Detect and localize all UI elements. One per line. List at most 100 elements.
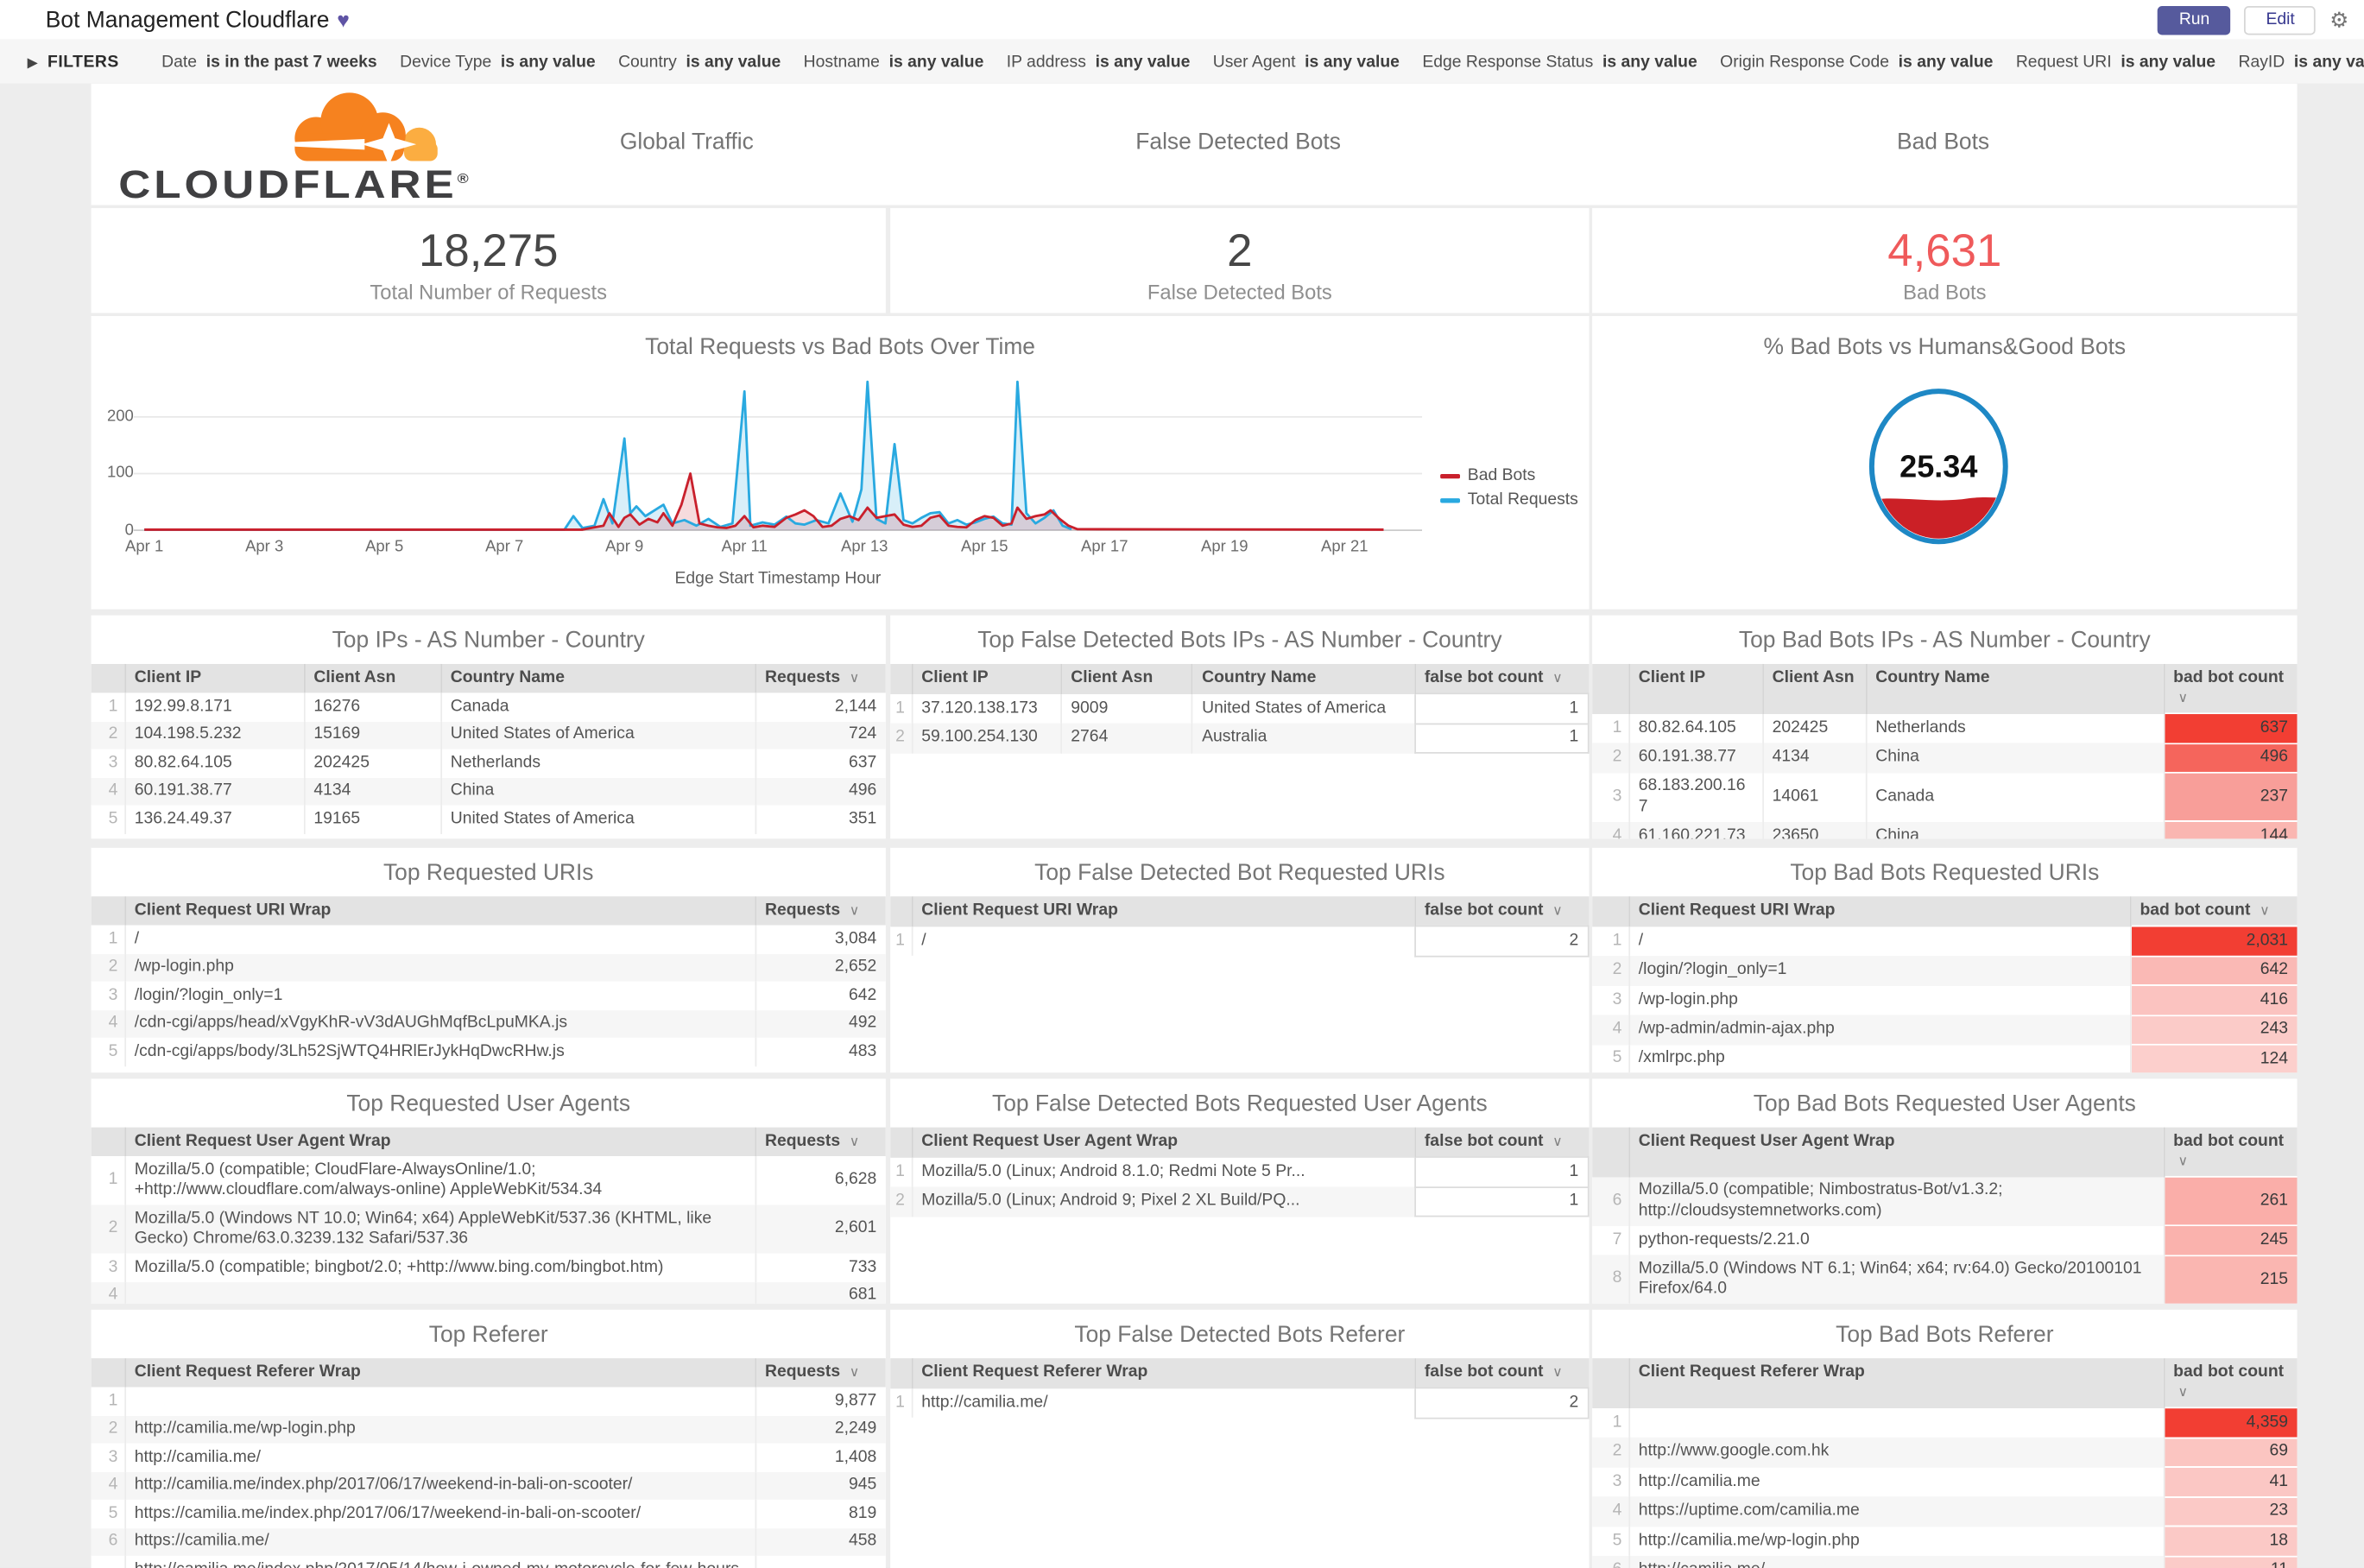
table-row: 4 681 <box>91 1281 886 1304</box>
cell-requests: 2,144 <box>754 692 886 721</box>
col-header-client-request-referer-wrap[interactable]: Client Request Referer Wrap <box>1628 1358 2164 1408</box>
col-header-requests[interactable]: Requests ∨ <box>754 896 886 926</box>
sort-arrow-icon[interactable]: ∨ <box>2178 690 2188 705</box>
sort-arrow-icon[interactable]: ∨ <box>1552 1364 1563 1380</box>
cell-requests: 1,408 <box>754 1443 886 1472</box>
run-button[interactable]: Run <box>2158 5 2231 35</box>
sort-arrow-icon[interactable]: ∨ <box>1552 902 1563 918</box>
col-header-client-request-referer-wrap[interactable]: Client Request Referer Wrap <box>910 1358 1415 1388</box>
filter-chip-country[interactable]: Country is any value <box>618 53 781 71</box>
legend-color-swatch <box>1440 473 1461 478</box>
col-header-client-asn[interactable]: Client Asn <box>1761 663 1866 714</box>
cell-country-name: China <box>1864 743 2164 773</box>
table-row: 5/cdn-cgi/apps/body/3Lh52SjWTQ4HRlErJykH… <box>92 1037 886 1066</box>
table-row: 3/login/?login_only=1 642 <box>92 981 886 1010</box>
col-header-country-name[interactable]: Country Name <box>439 663 755 693</box>
sort-arrow-icon[interactable]: ∨ <box>1552 670 1563 686</box>
filters-toggle[interactable]: ▶ FILTERS <box>28 53 119 71</box>
sort-arrow-icon[interactable]: ∨ <box>850 902 860 918</box>
sort-arrow-icon[interactable]: ∨ <box>850 1134 860 1149</box>
legend-item-bad-bots[interactable]: Bad Bots <box>1440 466 1578 484</box>
filter-chip-device-type[interactable]: Device Type is any value <box>400 53 596 71</box>
col-header-bad-bot-count[interactable]: bad bot count ∨ <box>2162 663 2298 714</box>
row-number: 5 <box>108 809 118 828</box>
row-num-header <box>1592 896 1629 926</box>
cell-country-name: United States of America <box>439 720 755 749</box>
sort-arrow-icon[interactable]: ∨ <box>850 1364 860 1380</box>
table-row: 5/xmlrpc.php 124 <box>1592 1043 2298 1073</box>
cell-bad-bot-count: 41 <box>2162 1466 2298 1497</box>
row-num-header <box>91 1127 125 1157</box>
filter-chip-edge-response-status[interactable]: Edge Response Status is any value <box>1422 53 1697 71</box>
cell-client-ip: 80.82.64.105 <box>123 749 304 778</box>
row-number: 3 <box>1612 787 1622 806</box>
col-header-country-name[interactable]: Country Name <box>1191 663 1415 694</box>
cell-client-request-uri-wrap: /login/?login_only=1 <box>123 981 755 1010</box>
sort-arrow-icon[interactable]: ∨ <box>850 670 860 686</box>
col-header-client-ip[interactable]: Client IP <box>123 663 304 693</box>
chart-legend: Bad Bots Total Requests <box>1440 466 1578 515</box>
col-header-client-asn[interactable]: Client Asn <box>303 663 441 693</box>
col-header-client-asn[interactable]: Client Asn <box>1059 663 1192 694</box>
row-number: 1 <box>108 696 118 715</box>
col-header-client-request-uri-wrap[interactable]: Client Request URI Wrap <box>1628 896 2131 926</box>
table-row: 2/login/?login_only=1 642 <box>1592 954 2298 986</box>
col-header-requests[interactable]: Requests ∨ <box>754 1358 886 1388</box>
col-header-client-request-user-agent-wrap[interactable]: Client Request User Agent Wrap <box>1628 1127 2164 1177</box>
col-header-false-bot-count[interactable]: false bot count ∨ <box>1413 1127 1589 1157</box>
cell-client-request-referer-wrap: http://camilia.me/wp-login.php <box>123 1415 755 1444</box>
col-header-false-bot-count[interactable]: false bot count ∨ <box>1413 1358 1589 1388</box>
cell-country-name: Netherlands <box>1864 713 2164 743</box>
gear-icon[interactable]: ⚙ <box>2329 5 2348 34</box>
col-header-requests[interactable]: Requests ∨ <box>754 1127 886 1157</box>
sort-arrow-icon[interactable]: ∨ <box>2178 1154 2188 1169</box>
cell-client-ip: 37.120.138.173 <box>910 693 1061 724</box>
edit-button[interactable]: Edit <box>2244 5 2317 35</box>
col-header-client-request-user-agent-wrap[interactable]: Client Request User Agent Wrap <box>910 1127 1415 1157</box>
tile-top-user-agents: Top Requested User Agents Client Request… <box>91 1078 886 1304</box>
filter-chip-ip-address[interactable]: IP address is any value <box>1007 53 1191 71</box>
col-header-client-request-uri-wrap[interactable]: Client Request URI Wrap <box>123 896 755 926</box>
sort-arrow-icon[interactable]: ∨ <box>1552 1134 1563 1149</box>
filter-chip-request-uri[interactable]: Request URI is any value <box>2016 53 2215 71</box>
sort-arrow-icon[interactable]: ∨ <box>2178 1384 2188 1400</box>
tile-title: Top False Detected Bot Requested URIs <box>1034 859 1445 886</box>
col-header-country-name[interactable]: Country Name <box>1864 663 2164 714</box>
sort-arrow-icon[interactable]: ∨ <box>2260 902 2270 918</box>
cell-client-request-referer-wrap: http://camilia.me/ <box>123 1443 755 1472</box>
row-number: 1 <box>895 1392 905 1411</box>
col-header-bad-bot-count[interactable]: bad bot count ∨ <box>2129 896 2298 926</box>
stat-label: Bad Bots <box>1903 281 1987 304</box>
col-header-client-request-referer-wrap[interactable]: Client Request Referer Wrap <box>123 1358 755 1388</box>
table-row: 7http://camilia.me/index.php/2017/05/14/… <box>92 1555 886 1568</box>
col-header-false-bot-count[interactable]: false bot count ∨ <box>1413 896 1589 926</box>
stat-label: Total Number of Requests <box>370 281 608 304</box>
col-header-client-ip[interactable]: Client IP <box>1628 663 1763 714</box>
x-tick: Apr 3 <box>245 537 284 557</box>
stat-value: 18,275 <box>418 226 559 277</box>
filter-chip-origin-response-code[interactable]: Origin Response Code is any value <box>1720 53 1993 71</box>
line-chart-plot <box>133 380 1423 531</box>
filter-chip-rayid[interactable]: RayID is any value <box>2238 53 2364 71</box>
cell-requests: 284 <box>754 1555 886 1568</box>
topbar-actions: Run Edit ⚙ <box>2158 5 2364 35</box>
x-tick: Apr 11 <box>721 537 768 557</box>
table-row: 3 http://camilia.me 41 <box>1592 1466 2298 1497</box>
table-row: 1 /3,084 <box>92 925 886 954</box>
cell-country-name: United States of America <box>1191 693 1415 724</box>
col-header-bad-bot-count[interactable]: bad bot count ∨ <box>2162 1127 2298 1177</box>
row-number: 1 <box>895 930 905 949</box>
col-header-client-ip[interactable]: Client IP <box>910 663 1061 694</box>
col-header-client-request-user-agent-wrap[interactable]: Client Request User Agent Wrap <box>123 1127 755 1157</box>
filter-chip-date[interactable]: Date is in the past 7 weeks <box>161 53 377 71</box>
col-header-false-bot-count[interactable]: false bot count ∨ <box>1413 663 1589 694</box>
col-header-bad-bot-count[interactable]: bad bot count ∨ <box>2162 1358 2298 1408</box>
filter-chip-hostname[interactable]: Hostname is any value <box>804 53 984 71</box>
col-header-requests[interactable]: Requests ∨ <box>754 663 886 693</box>
filter-chip-user-agent[interactable]: User Agent is any value <box>1213 53 1400 71</box>
legend-item-total-requests[interactable]: Total Requests <box>1440 490 1578 509</box>
cell-requests: 496 <box>754 777 886 806</box>
tile-title: Top Referer <box>428 1321 548 1348</box>
cell-client-request-uri-wrap: /wp-login.php <box>123 953 755 982</box>
col-header-client-request-uri-wrap[interactable]: Client Request URI Wrap <box>910 896 1415 926</box>
